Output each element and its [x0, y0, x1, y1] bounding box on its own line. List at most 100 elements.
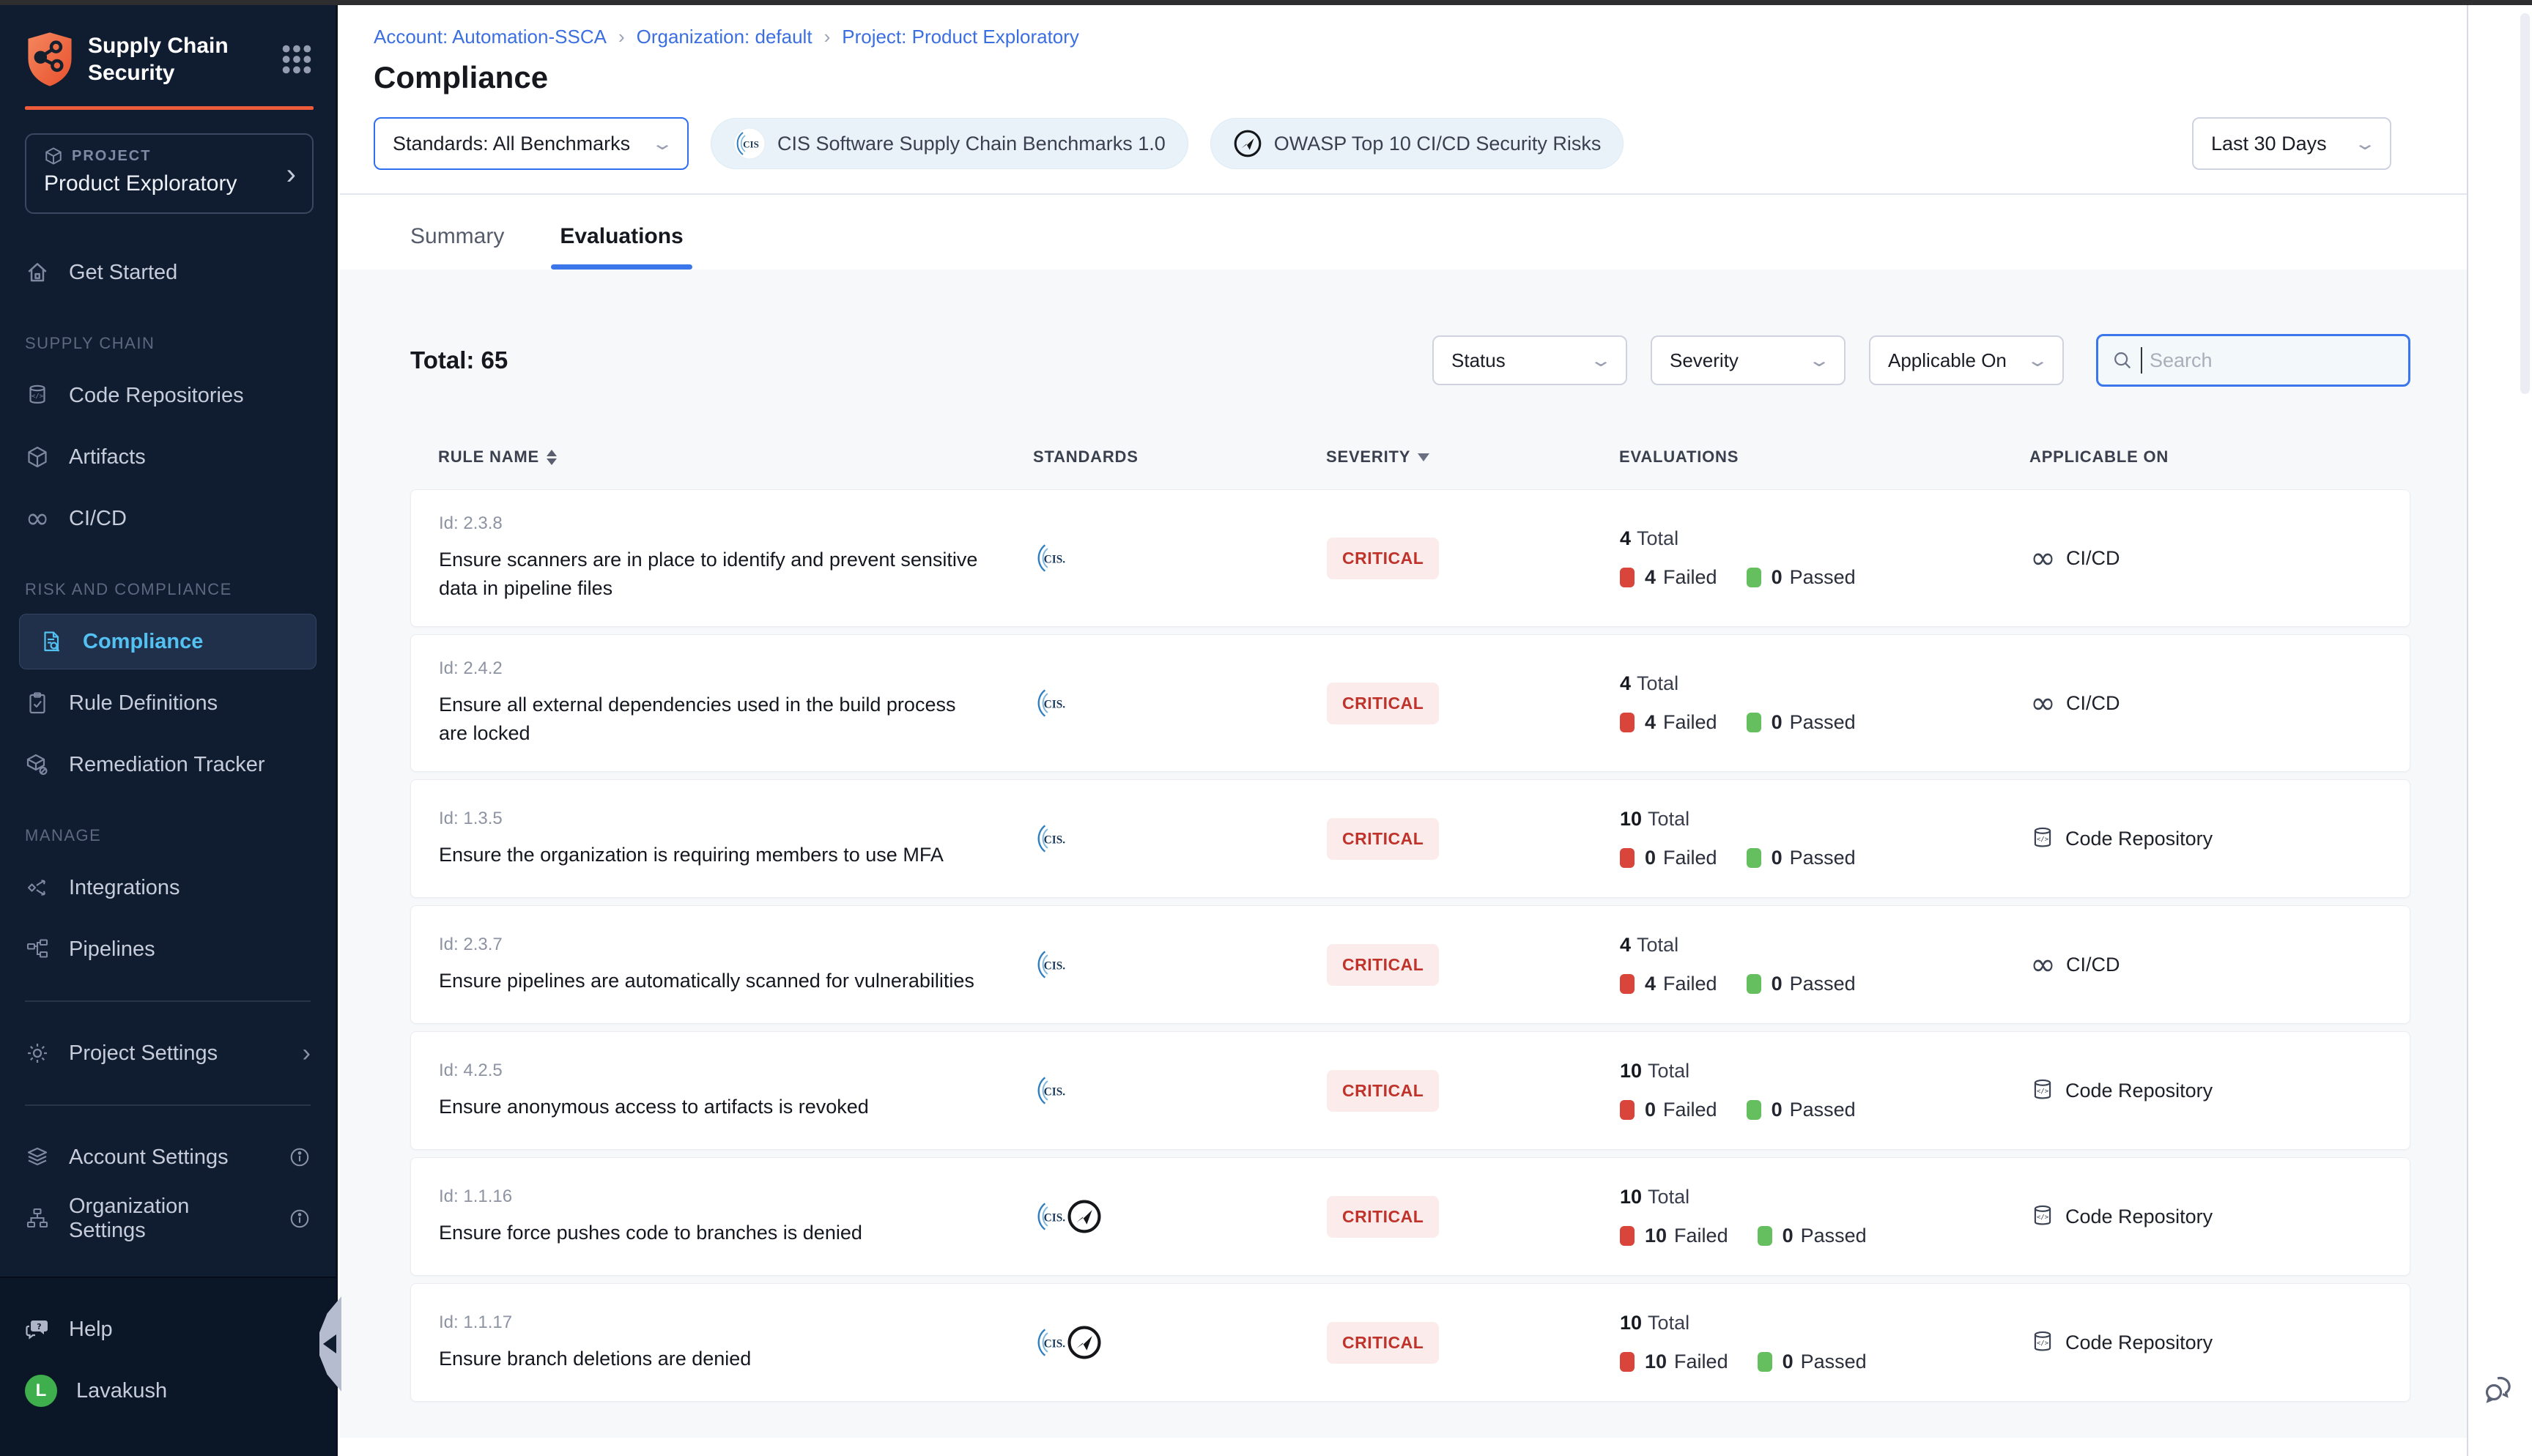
rule-id: Id: 1.3.5: [439, 809, 1034, 829]
sidebar-item-rule-definitions[interactable]: Rule Definitions: [0, 672, 336, 734]
remediation-box-icon: [25, 753, 50, 776]
column-header-standards[interactable]: STANDARDS: [1033, 447, 1326, 467]
date-range-value: Last 30 Days: [2211, 133, 2327, 155]
owasp-icon: [1066, 1198, 1103, 1235]
window-edge-strip: [0, 0, 2532, 5]
sidebar-item-label: Account Settings: [69, 1145, 229, 1170]
passed-label: Passed: [1801, 1351, 1867, 1373]
evaluations-total: 10: [1620, 1186, 1642, 1208]
standard-chip-cis[interactable]: CIS CIS Software Supply Chain Benchmarks…: [711, 118, 1188, 169]
rule-row[interactable]: Id: 1.3.5 Ensure the organization is req…: [410, 779, 2410, 898]
failed-indicator: [1620, 974, 1635, 994]
owasp-logo-icon: [1233, 129, 1262, 158]
sidebar-item-label: Organization Settings: [69, 1195, 270, 1243]
rule-row[interactable]: Id: 4.2.5 Ensure anonymous access to art…: [410, 1031, 2410, 1150]
info-icon[interactable]: [289, 1146, 311, 1168]
standard-chip-owasp[interactable]: OWASP Top 10 CI/CD Security Risks: [1210, 118, 1624, 169]
project-selector[interactable]: PROJECT Product Exploratory ›: [25, 133, 314, 214]
sidebar-item-organization-settings[interactable]: Organization Settings: [0, 1188, 336, 1249]
rule-row[interactable]: Id: 2.3.8 Ensure scanners are in place t…: [410, 489, 2410, 627]
failed-count: 0: [1645, 1099, 1656, 1121]
evaluations-cell: 10Total 0 Failed 0 Passed: [1620, 1060, 2030, 1121]
breadcrumb: Account: Automation-SSCA › Organization:…: [340, 5, 2467, 48]
severity-badge: CRITICAL: [1327, 683, 1439, 724]
severity-badge: CRITICAL: [1327, 1070, 1439, 1112]
passed-indicator: [1747, 1100, 1761, 1120]
cis-icon: CIS.: [1034, 946, 1072, 984]
compliance-doc-icon: [39, 630, 64, 653]
sidebar-item-account-settings[interactable]: Account Settings: [0, 1126, 336, 1188]
applicable-on-cell: ∞ </> Code Repository: [2030, 1078, 2410, 1103]
rule-row[interactable]: Id: 2.3.7 Ensure pipelines are automatic…: [410, 905, 2410, 1024]
date-range-select[interactable]: Last 30 Days ⌄: [2192, 117, 2391, 170]
rule-name: Ensure the organization is requiring mem…: [439, 841, 981, 869]
sidebar-item-project-settings[interactable]: Project Settings ›: [0, 1022, 336, 1084]
failed-count: 0: [1645, 847, 1656, 869]
svg-text:CIS.: CIS.: [1044, 834, 1066, 847]
rule-name: Ensure all external dependencies used in…: [439, 691, 981, 748]
applicable-on-label: Code Repository: [2065, 828, 2213, 850]
sidebar-item-get-started[interactable]: Get Started: [0, 242, 336, 303]
svg-text:</>: </>: [2037, 1214, 2049, 1222]
brand-shield-logo: [25, 31, 75, 87]
tab-summary[interactable]: Summary: [410, 217, 504, 270]
rule-row[interactable]: Id: 2.4.2 Ensure all external dependenci…: [410, 634, 2410, 772]
column-header-applicable-on[interactable]: APPLICABLE ON: [2029, 447, 2410, 467]
sidebar-item-code-repositories[interactable]: </> Code Repositories: [0, 365, 336, 426]
user-name: Lavakush: [76, 1379, 167, 1403]
column-header-evaluations[interactable]: EVALUATIONS: [1619, 447, 2029, 467]
column-header-rule-name[interactable]: RULE NAME: [438, 447, 1033, 467]
sidebar-item-pipelines[interactable]: Pipelines: [0, 918, 336, 980]
rule-name: Ensure pipelines are automatically scann…: [439, 967, 981, 995]
total-count: Total: 65: [410, 346, 508, 374]
sidebar-item-integrations[interactable]: Integrations: [0, 857, 336, 918]
passed-count: 0: [1772, 847, 1783, 869]
evaluations-total-label: Total: [1637, 934, 1678, 956]
severity-cell: CRITICAL: [1327, 944, 1620, 986]
search-input[interactable]: [2150, 349, 2369, 372]
standards-cell: CIS.: [1034, 820, 1327, 858]
sidebar-item-remediation-tracker[interactable]: Remediation Tracker: [0, 734, 336, 795]
search-box[interactable]: [2096, 334, 2410, 387]
sort-icon: [547, 450, 557, 465]
applicable-on-filter[interactable]: Applicable On ⌄: [1869, 335, 2064, 385]
svg-text:CIS: CIS: [743, 139, 759, 150]
severity-badge: CRITICAL: [1327, 1322, 1439, 1364]
rule-id: Id: 1.1.17: [439, 1312, 1034, 1333]
failed-label: Failed: [1663, 973, 1717, 995]
rule-row[interactable]: Id: 1.1.16 Ensure force pushes code to b…: [410, 1157, 2410, 1276]
scrollbar-thumb[interactable]: [2520, 13, 2530, 394]
breadcrumb-account[interactable]: Account: Automation-SSCA: [374, 26, 607, 48]
rule-row[interactable]: Id: 1.1.17 Ensure branch deletions are d…: [410, 1283, 2410, 1402]
status-filter[interactable]: Status ⌄: [1432, 335, 1627, 385]
evaluations-total-label: Total: [1648, 1312, 1689, 1334]
support-chat-button[interactable]: [2479, 1368, 2520, 1409]
breadcrumb-project[interactable]: Project: Product Exploratory: [842, 26, 1079, 48]
cicd-icon: ∞: [2030, 693, 2056, 713]
column-header-severity[interactable]: SEVERITY: [1326, 447, 1619, 467]
passed-label: Passed: [1790, 973, 1856, 995]
rule-cell: Id: 1.1.17 Ensure branch deletions are d…: [439, 1312, 1034, 1373]
layers-gear-icon: [25, 1145, 50, 1169]
app-grid-icon[interactable]: [280, 42, 314, 76]
sidebar-item-artifacts[interactable]: Artifacts: [0, 426, 336, 488]
breadcrumb-organization[interactable]: Organization: default: [637, 26, 812, 48]
brand-title: Supply Chain Security: [88, 32, 237, 86]
sidebar-item-cicd[interactable]: ∞ CI/CD: [0, 488, 336, 549]
table-header-row: RULE NAME STANDARDS SEVERITY EVALUATIONS…: [410, 441, 2410, 473]
sidebar-item-compliance[interactable]: Compliance: [0, 611, 336, 672]
user-menu[interactable]: L Lavakush: [0, 1360, 336, 1422]
evaluations-cell: 10Total 0 Failed 0 Passed: [1620, 808, 2030, 869]
standards-select[interactable]: Standards: All Benchmarks ⌄: [374, 117, 689, 170]
help-chat-icon: ?: [25, 1317, 50, 1342]
evaluations-cell: 4Total 4 Failed 0 Passed: [1620, 527, 2030, 589]
tab-evaluations[interactable]: Evaluations: [560, 217, 683, 270]
sidebar-item-label: Compliance: [83, 630, 203, 654]
rule-cell: Id: 1.1.16 Ensure force pushes code to b…: [439, 1186, 1034, 1247]
failed-label: Failed: [1663, 1099, 1717, 1121]
info-icon[interactable]: [289, 1208, 311, 1230]
severity-filter[interactable]: Severity ⌄: [1651, 335, 1846, 385]
chevron-down-icon: ⌄: [2026, 350, 2049, 371]
help-button[interactable]: ? Help: [0, 1299, 336, 1360]
failed-indicator: [1620, 1100, 1635, 1120]
